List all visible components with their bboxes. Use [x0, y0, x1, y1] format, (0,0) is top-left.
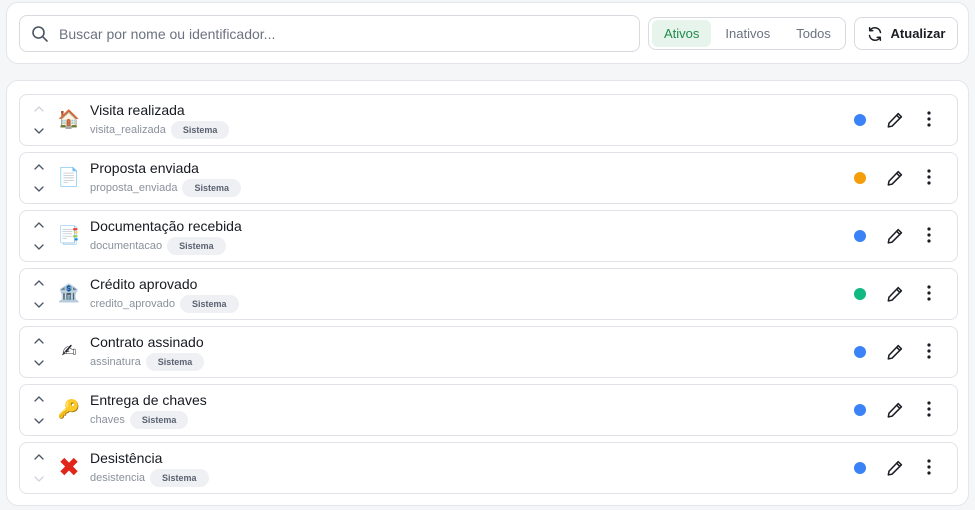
- key-icon: 🔑: [57, 398, 81, 419]
- documents-icon: 📑: [57, 224, 81, 245]
- edit-icon[interactable]: [886, 227, 904, 245]
- filter-tab-inativos[interactable]: Inativos: [713, 20, 782, 47]
- edit-icon[interactable]: [886, 169, 904, 187]
- move-down-button[interactable]: [32, 124, 46, 138]
- item-identifier: documentacao: [90, 240, 163, 252]
- system-badge: Sistema: [167, 237, 226, 255]
- item-title: Contrato assinado: [90, 334, 204, 350]
- list-item: ✍ Contrato assinado assinatura Sistema: [19, 326, 958, 378]
- color-dot: [854, 404, 866, 416]
- house-emoji-icon: 🏠: [57, 108, 81, 129]
- item-meta: documentacao Sistema: [90, 237, 226, 255]
- item-title: Desistência: [90, 450, 163, 466]
- item-meta: credito_aprovado Sistema: [90, 295, 239, 313]
- edit-icon[interactable]: [886, 401, 904, 419]
- list-item: ✖ Desistência desistencia Sistema: [19, 442, 958, 494]
- item-identifier: assinatura: [90, 356, 141, 368]
- color-dot: [854, 172, 866, 184]
- more-options-icon[interactable]: [924, 401, 934, 419]
- bank-icon: 🏦: [57, 282, 81, 303]
- reorder-controls: [32, 276, 46, 312]
- search-icon: [31, 25, 49, 43]
- item-meta: chaves Sistema: [90, 411, 189, 429]
- move-up-button[interactable]: [32, 102, 46, 116]
- refresh-icon: [867, 26, 883, 42]
- item-meta: assinatura Sistema: [90, 353, 205, 371]
- search-box[interactable]: [19, 15, 640, 52]
- reorder-controls: [32, 392, 46, 428]
- reorder-controls: [32, 450, 46, 486]
- list-item: 📑 Documentação recebida documentacao Sis…: [19, 210, 958, 262]
- system-badge: Sistema: [170, 121, 230, 139]
- reorder-controls: [32, 334, 46, 370]
- reorder-controls: [32, 218, 46, 254]
- move-up-button[interactable]: [32, 276, 46, 290]
- item-title: Documentação recebida: [90, 218, 242, 234]
- edit-icon[interactable]: [886, 343, 904, 361]
- move-up-button[interactable]: [32, 218, 46, 232]
- color-dot: [854, 288, 866, 300]
- item-identifier: chaves: [90, 414, 125, 426]
- item-meta: proposta_enviada Sistema: [90, 179, 241, 197]
- stage-list: 🏠 Visita realizada visita_realizada Sist…: [6, 80, 969, 506]
- system-badge: Sistema: [180, 295, 239, 313]
- more-options-icon[interactable]: [924, 227, 934, 245]
- more-options-icon[interactable]: [924, 459, 934, 477]
- more-options-icon[interactable]: [924, 169, 934, 187]
- cross-mark-icon: ✖: [58, 451, 80, 482]
- refresh-label: Atualizar: [890, 26, 946, 41]
- item-meta: desistencia Sistema: [90, 469, 209, 487]
- status-filter: Ativos Inativos Todos: [648, 17, 846, 50]
- refresh-button[interactable]: Atualizar: [854, 17, 958, 50]
- color-dot: [854, 346, 866, 358]
- move-down-button[interactable]: [32, 472, 46, 486]
- color-dot: [854, 114, 866, 126]
- system-badge: Sistema: [150, 469, 209, 487]
- item-identifier: desistencia: [90, 472, 146, 484]
- search-input[interactable]: [59, 25, 639, 42]
- edit-icon[interactable]: [886, 111, 904, 129]
- item-title: Visita realizada: [90, 102, 185, 118]
- item-title: Crédito aprovado: [90, 276, 198, 292]
- more-options-icon[interactable]: [924, 285, 934, 303]
- list-item: 🏠 Visita realizada visita_realizada Sist…: [19, 94, 958, 146]
- color-dot: [854, 462, 866, 474]
- toolbar: Ativos Inativos Todos Atualizar: [6, 2, 969, 64]
- move-up-button[interactable]: [32, 334, 46, 348]
- list-item: 🏦 Crédito aprovado credito_aprovado Sist…: [19, 268, 958, 320]
- color-dot: [854, 230, 866, 242]
- move-down-button[interactable]: [32, 356, 46, 370]
- edit-icon[interactable]: [886, 459, 904, 477]
- move-up-button[interactable]: [32, 392, 46, 406]
- list-item: 🔑 Entrega de chaves chaves Sistema: [19, 384, 958, 436]
- item-title: Entrega de chaves: [90, 392, 207, 408]
- item-identifier: proposta_enviada: [90, 182, 178, 194]
- item-identifier: visita_realizada: [90, 124, 166, 136]
- more-options-icon[interactable]: [924, 343, 934, 361]
- filter-tab-ativos[interactable]: Ativos: [652, 20, 712, 47]
- system-badge: Sistema: [129, 411, 189, 429]
- writing-hand-icon: ✍: [61, 340, 77, 361]
- move-down-button[interactable]: [32, 414, 46, 428]
- move-down-button[interactable]: [32, 182, 46, 196]
- item-meta: visita_realizada Sistema: [90, 121, 230, 139]
- move-down-button[interactable]: [32, 240, 46, 254]
- more-options-icon[interactable]: [924, 111, 934, 129]
- reorder-controls: [32, 102, 46, 138]
- move-up-button[interactable]: [32, 160, 46, 174]
- edit-icon[interactable]: [886, 285, 904, 303]
- system-badge: Sistema: [145, 353, 205, 371]
- item-identifier: credito_aprovado: [90, 298, 176, 310]
- page-document-icon: 📄: [57, 166, 81, 187]
- list-item: 📄 Proposta enviada proposta_enviada Sist…: [19, 152, 958, 204]
- move-up-button[interactable]: [32, 450, 46, 464]
- move-down-button[interactable]: [32, 298, 46, 312]
- reorder-controls: [32, 160, 46, 196]
- item-title: Proposta enviada: [90, 160, 199, 176]
- system-badge: Sistema: [182, 179, 241, 197]
- filter-tab-todos[interactable]: Todos: [784, 20, 843, 47]
